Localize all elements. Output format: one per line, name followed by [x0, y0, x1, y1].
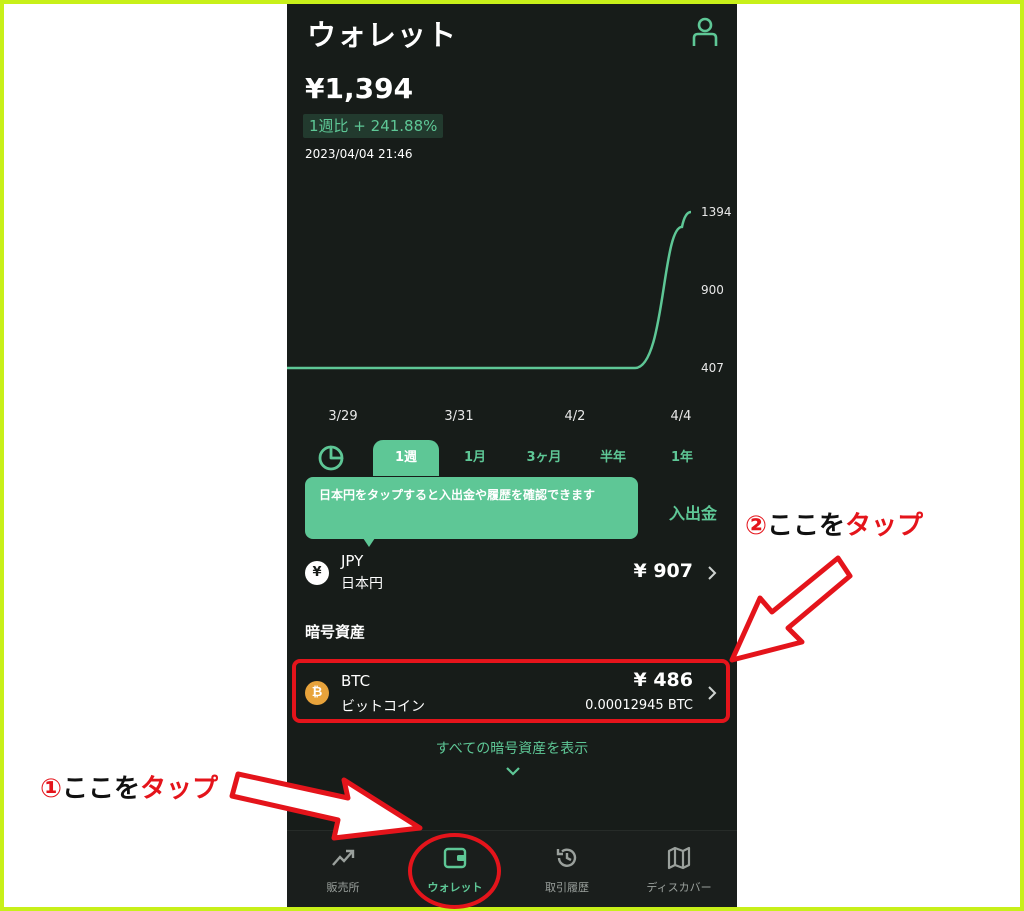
balance-timestamp: 2023/04/04 21:46 [305, 147, 413, 161]
weekly-change-badge: 1週比 + 241.88% [303, 114, 444, 138]
chevron-down-icon[interactable] [505, 766, 521, 776]
show-all-crypto-link[interactable]: すべての暗号資産を表示 [287, 738, 737, 758]
deposit-withdraw-button[interactable]: 入出金 [669, 500, 717, 524]
asset-code: JPY [341, 552, 364, 570]
step1-annotation: ①ここをタップ [40, 768, 218, 805]
trend-up-icon [332, 849, 355, 866]
step2-action: タップ [845, 511, 924, 541]
history-icon [556, 848, 577, 867]
tab-1year[interactable]: 1年 [657, 440, 707, 476]
yen-icon: ¥ [305, 561, 329, 585]
step1-text: ここを [62, 774, 141, 804]
step2-text: ここを [767, 511, 846, 541]
hint-tooltip: 日本円をタップすると入出金や履歴を確認できます [305, 477, 638, 539]
tab-1week[interactable]: 1週 [373, 440, 439, 476]
nav-label: 取引履歴 [545, 881, 589, 894]
user-icon[interactable] [691, 16, 719, 48]
jpy-row[interactable]: ¥ JPY 日本円 ¥ 907 [287, 544, 737, 602]
chart-series-line [287, 210, 692, 370]
x-tick-label: 4/4 [671, 409, 692, 424]
step1-number: ① [40, 774, 63, 804]
x-tick-label: 3/31 [444, 409, 473, 424]
y-tick-label: 1394 [701, 205, 732, 219]
step2-annotation: ②ここをタップ [745, 505, 923, 542]
x-tick-label: 4/2 [565, 409, 586, 424]
arrow-to-btc-icon [729, 555, 853, 663]
arrow-to-wallet-icon [229, 771, 423, 841]
y-tick-label: 900 [701, 283, 724, 297]
tab-1month[interactable]: 1月 [450, 440, 500, 476]
step2-number: ② [745, 511, 768, 541]
asset-value: ¥ 907 [633, 560, 694, 582]
tab-half-year[interactable]: 半年 [587, 440, 639, 476]
y-tick-label: 407 [701, 361, 724, 375]
pie-chart-icon[interactable] [317, 444, 345, 472]
chevron-right-icon [708, 566, 717, 580]
asset-name: 日本円 [341, 576, 383, 592]
page-title: ウォレット [307, 18, 458, 52]
crypto-section-title: 暗号資産 [305, 623, 366, 641]
map-icon [667, 846, 691, 870]
balance-chart: 1394 900 407 3/29 3/31 4/2 4/4 [287, 205, 732, 424]
btc-highlight-box [292, 659, 730, 723]
nav-label: ディスカバー [646, 881, 712, 894]
total-balance: ¥1,394 [305, 72, 414, 105]
step1-action: タップ [140, 774, 219, 804]
nav-item-history[interactable]: 取引履歴 [511, 831, 623, 907]
nav-item-discover[interactable]: ディスカバー [623, 831, 735, 907]
x-tick-label: 3/29 [328, 409, 357, 424]
nav-label: 販売所 [326, 881, 360, 894]
period-tabs: 1週 1月 3ヶ月 半年 1年 [287, 440, 737, 476]
tab-3months[interactable]: 3ヶ月 [513, 440, 575, 476]
